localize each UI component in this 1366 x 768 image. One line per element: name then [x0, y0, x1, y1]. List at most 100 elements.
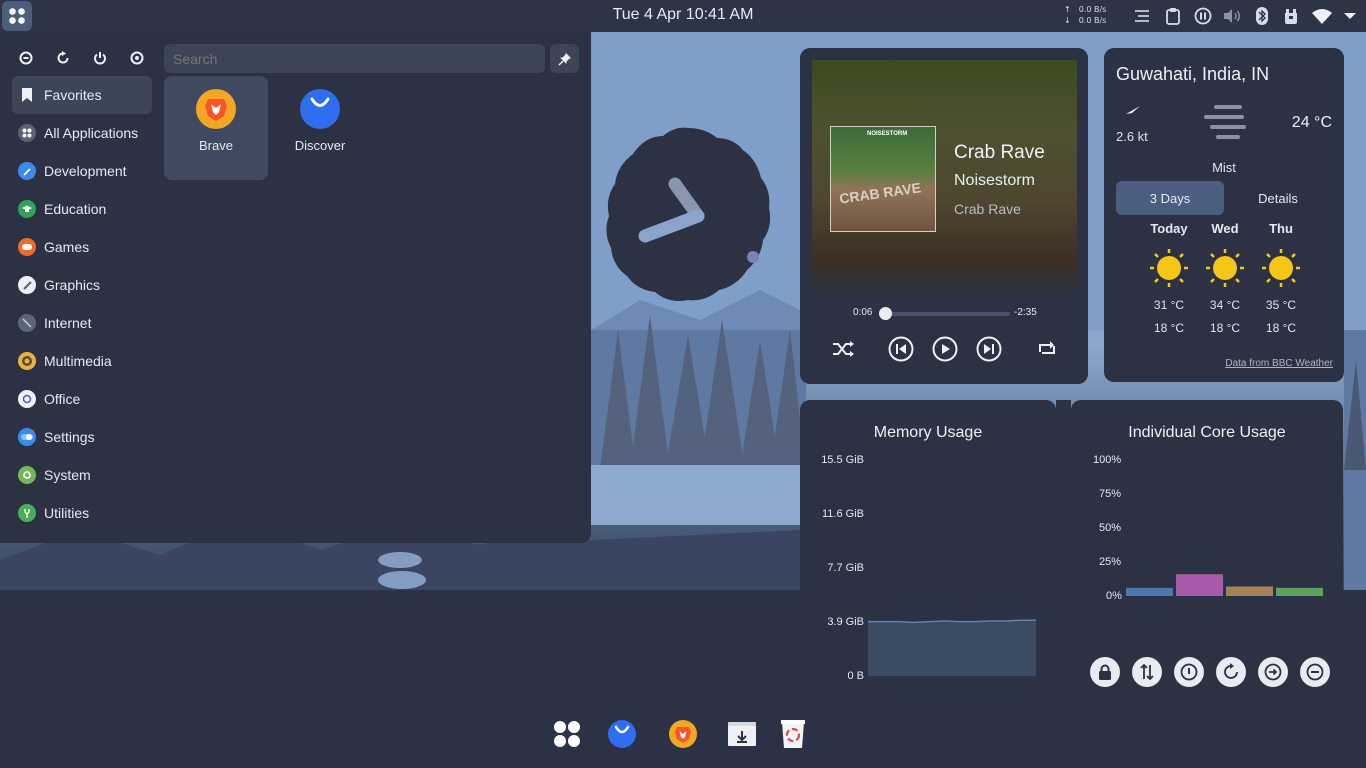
sunny-icon: [1206, 249, 1244, 287]
core-bar: [1176, 574, 1223, 596]
play-icon: [932, 336, 958, 362]
memory-tick-label: 15.5 GiB: [821, 454, 864, 466]
dock-app-launcher[interactable]: [549, 716, 585, 752]
forecast-high: 31 °C: [1153, 298, 1185, 312]
core-tick-label: 75%: [1099, 488, 1122, 500]
wifi-icon[interactable]: [1311, 6, 1333, 26]
category-education[interactable]: Education: [12, 190, 152, 228]
clipboard-icon[interactable]: [1162, 6, 1184, 26]
forecast-day: Today: [1150, 221, 1188, 236]
bluetooth-icon[interactable]: [1251, 6, 1273, 26]
category-utilities[interactable]: Utilities: [12, 494, 152, 532]
shutdown-button[interactable]: [1174, 657, 1204, 687]
previous-button[interactable]: [887, 335, 915, 363]
restart-button[interactable]: [1216, 657, 1246, 687]
seek-bar[interactable]: [878, 307, 1010, 320]
memory-tick-label: 7.7 GiB: [827, 562, 864, 574]
switch-user-icon: [1140, 664, 1154, 680]
memory-chart: [868, 619, 1036, 676]
sleep-button[interactable]: [1300, 657, 1330, 687]
network-speed[interactable]: ↑ 0.0 B/s ↓ 0.0 B/s: [1064, 4, 1106, 26]
track-album: Crab Rave: [954, 201, 1021, 217]
category-office[interactable]: Office: [12, 380, 152, 418]
core-chart: [1126, 574, 1323, 596]
wind-speed: 2.6 kt: [1116, 129, 1148, 144]
media-player-widget: NOISESTORM CRAB RAVE Crab Rave Noisestor…: [800, 48, 1088, 384]
remaining-time: -2:35: [1014, 307, 1037, 318]
discover-icon: [300, 89, 340, 129]
notes-icon[interactable]: [1131, 6, 1153, 26]
category-games[interactable]: Games: [12, 228, 152, 266]
repeat-icon: [1039, 341, 1055, 354]
sleep-icon: [1306, 663, 1324, 681]
logout-icon: [1264, 663, 1282, 681]
weather-location: Guwahati, India, IN: [1116, 64, 1270, 84]
forecast-low: 18 °C: [1265, 321, 1297, 335]
memory-tick-label: 11.6 GiB: [822, 508, 864, 520]
category-system[interactable]: System: [12, 456, 152, 494]
seek-handle[interactable]: [878, 307, 892, 320]
app-discover[interactable]: Discover: [268, 76, 372, 180]
media-pause-icon[interactable]: [1192, 6, 1214, 26]
logout-button[interactable]: [1258, 657, 1288, 687]
shutdown-button[interactable]: [90, 48, 110, 68]
dock-trash[interactable]: [775, 716, 811, 752]
weather-source-link[interactable]: Data from BBC Weather: [1225, 358, 1333, 369]
lock-button[interactable]: [1090, 657, 1120, 687]
play-button[interactable]: [931, 335, 959, 363]
search-input[interactable]: [164, 44, 545, 73]
gamepad-icon: [18, 238, 36, 256]
pin-icon: [557, 52, 571, 66]
category-development[interactable]: Development: [12, 152, 152, 190]
logout-button[interactable]: [16, 48, 36, 68]
globe-icon: [18, 314, 36, 332]
category-multimedia[interactable]: Multimedia: [12, 342, 152, 380]
category-label: Education: [44, 201, 107, 217]
pin-button[interactable]: [550, 44, 579, 73]
category-graphics[interactable]: Graphics: [12, 266, 152, 304]
category-all-applications[interactable]: All Applications: [12, 114, 152, 152]
tab-3-days[interactable]: 3 Days: [1116, 181, 1224, 215]
category-internet[interactable]: Internet: [12, 304, 152, 342]
category-label: Internet: [44, 315, 92, 331]
repeat-button[interactable]: [1033, 335, 1061, 363]
mist-icon: [1204, 105, 1246, 139]
next-icon: [976, 336, 1002, 362]
core-usage-widget: Individual Core Usage 100% 75% 50% 25% 0…: [1071, 400, 1343, 700]
shuffle-button[interactable]: [829, 335, 857, 363]
memory-title: Memory Usage: [873, 424, 983, 441]
restart-icon: [1224, 663, 1238, 679]
next-button[interactable]: [975, 335, 1003, 363]
shutdown-icon: [94, 52, 106, 65]
brave-icon: [669, 720, 697, 748]
category-label: Multimedia: [44, 353, 112, 369]
forecast-day: Thu: [1269, 221, 1293, 236]
tab-details[interactable]: Details: [1224, 181, 1332, 215]
forecast-day: Wed: [1211, 221, 1239, 236]
dock-brave[interactable]: [665, 716, 701, 752]
shutdown-icon: [1180, 663, 1198, 681]
chevron-down-icon[interactable]: [1339, 6, 1361, 26]
app-brave[interactable]: Brave: [164, 76, 268, 180]
category-label: Favorites: [44, 87, 102, 103]
sunny-icon: [1262, 249, 1300, 287]
sleep-button[interactable]: [127, 48, 147, 68]
wind-direction-icon: [1126, 106, 1140, 114]
core-bar: [1126, 587, 1173, 596]
dock-discover[interactable]: [604, 716, 640, 752]
category-label: Games: [44, 239, 90, 255]
category-label: System: [44, 467, 91, 483]
switch-user-button[interactable]: [1132, 657, 1162, 687]
brave-icon: [196, 89, 236, 129]
previous-icon: [888, 336, 914, 362]
category-favorites[interactable]: Favorites: [12, 76, 152, 114]
dock-downloads[interactable]: [724, 716, 760, 752]
forecast-high: 34 °C: [1209, 298, 1241, 312]
volume-icon[interactable]: [1221, 6, 1243, 26]
package-icon[interactable]: [1280, 6, 1302, 26]
restart-button[interactable]: [53, 48, 73, 68]
cover-title: CRAB RAVE: [838, 179, 922, 207]
application-launcher: Favorites All Applications Development E…: [0, 32, 591, 543]
category-settings[interactable]: Settings: [12, 418, 152, 456]
current-temperature: 24 °C: [1291, 114, 1332, 131]
